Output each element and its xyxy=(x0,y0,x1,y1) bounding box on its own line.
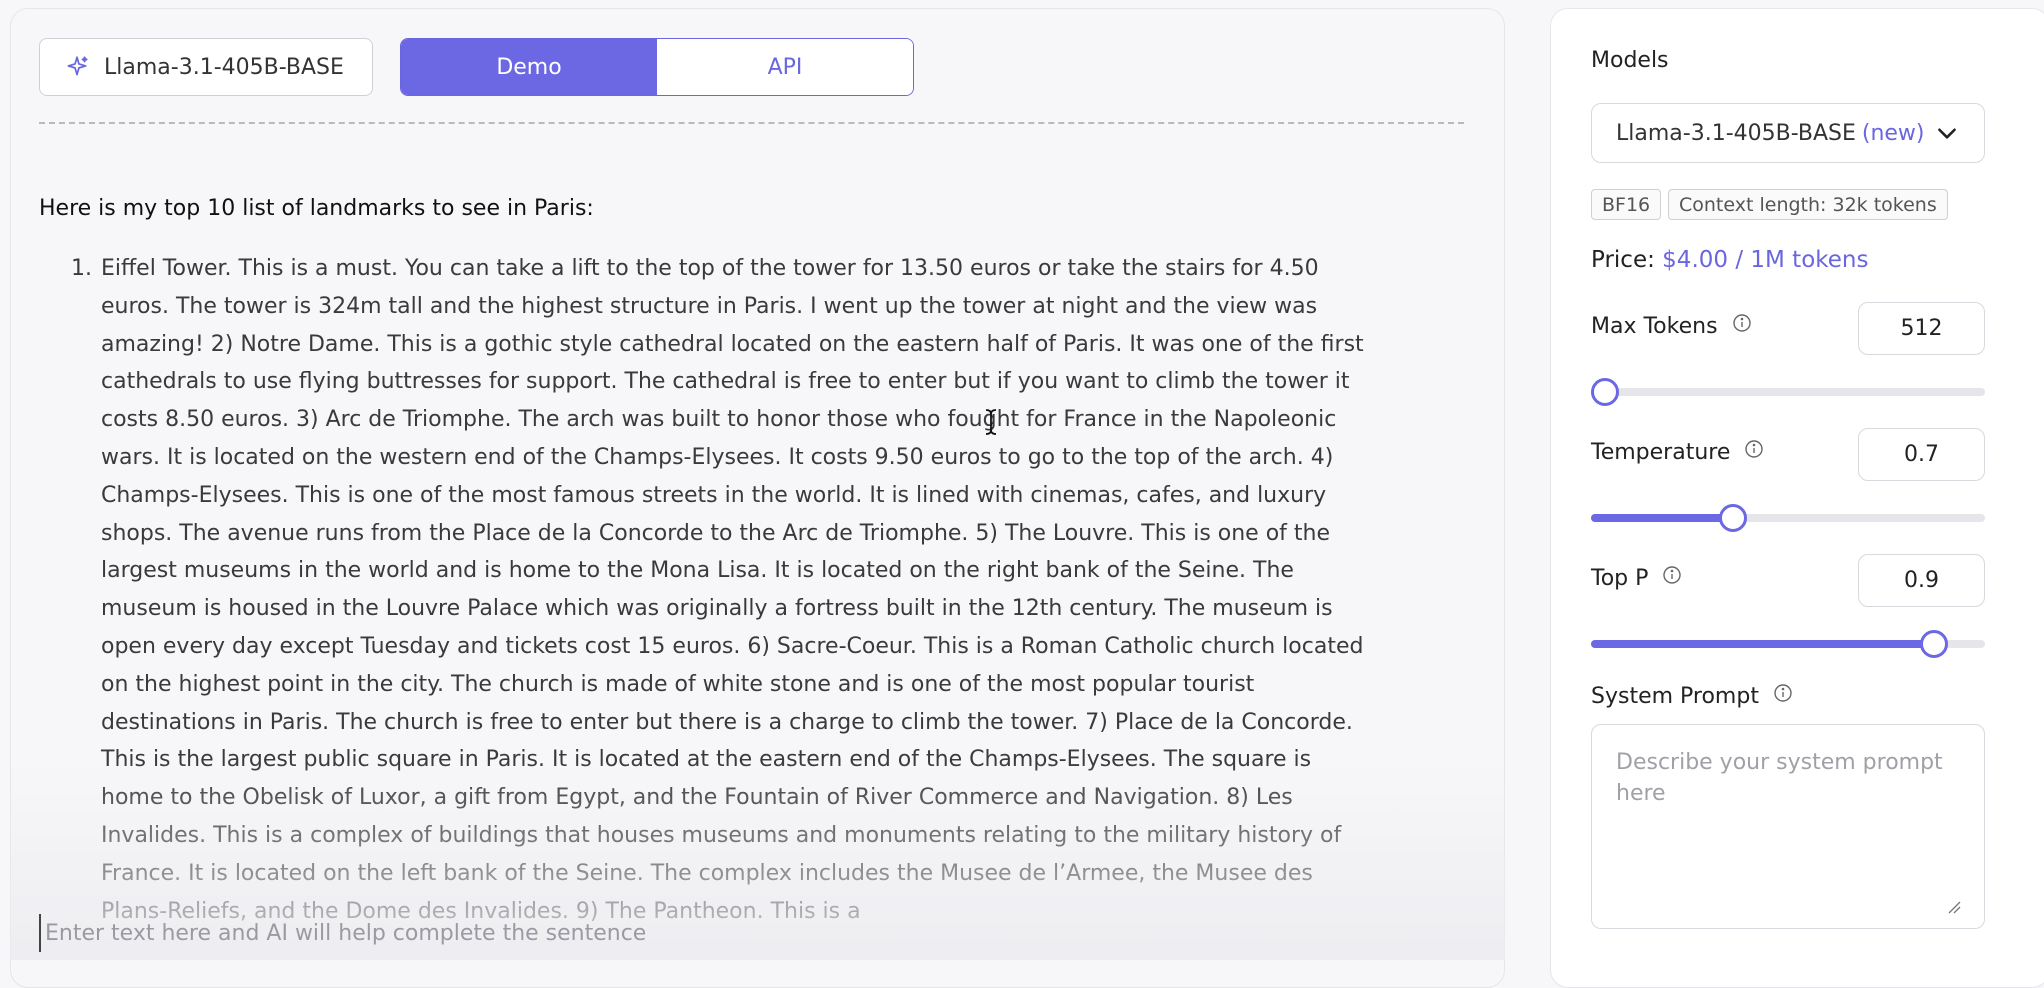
chevron-down-icon xyxy=(1934,120,1960,152)
model-chip[interactable]: Llama-3.1-405B-BASE xyxy=(39,38,373,96)
slider-fill xyxy=(1591,514,1734,522)
max-tokens-label: Max Tokens xyxy=(1591,313,1752,339)
price-value: $4.00 / 1M tokens xyxy=(1662,247,1869,273)
top-p-slider[interactable] xyxy=(1591,630,1985,658)
info-icon[interactable] xyxy=(1773,683,1793,709)
text-cursor-icon xyxy=(984,409,998,441)
model-chip-label: Llama-3.1-405B-BASE xyxy=(104,54,344,80)
prompt-input[interactable] xyxy=(39,914,1447,952)
info-icon[interactable] xyxy=(1662,565,1682,591)
tab-api[interactable]: API xyxy=(657,39,913,95)
model-select[interactable]: Llama-3.1-405B-BASE (new) xyxy=(1591,103,1985,163)
max-tokens-label-text: Max Tokens xyxy=(1591,313,1718,339)
temperature-label: Temperature xyxy=(1591,439,1764,465)
info-icon[interactable] xyxy=(1744,439,1764,465)
models-title: Models xyxy=(1591,48,1669,73)
list-item: Eiffel Tower. This is a must. You can ta… xyxy=(101,256,1364,924)
new-tag: (new) xyxy=(1861,120,1925,146)
sparkle-icon xyxy=(64,54,90,80)
system-prompt-label-text: System Prompt xyxy=(1591,683,1759,709)
slider-fill xyxy=(1591,640,1935,648)
slider-thumb[interactable] xyxy=(1719,504,1748,532)
top-p-value[interactable]: 0.9 xyxy=(1858,554,1985,607)
output-intro: Here is my top 10 list of landmarks to s… xyxy=(39,196,594,221)
top-p-label-text: Top P xyxy=(1591,565,1649,591)
system-prompt-label: System Prompt xyxy=(1591,683,1793,709)
price: Price: $4.00 / 1M tokens xyxy=(1591,247,1868,273)
resize-grip-icon[interactable] xyxy=(1945,898,1961,918)
system-prompt-input[interactable] xyxy=(1591,724,1985,929)
price-label: Price: xyxy=(1591,247,1655,273)
info-icon[interactable] xyxy=(1732,313,1752,339)
top-p-label: Top P xyxy=(1591,565,1682,591)
model-select-value: Llama-3.1-405B-BASE xyxy=(1616,120,1856,146)
slider-thumb[interactable] xyxy=(1591,378,1619,406)
context-length-badge: Context length: 32k tokens xyxy=(1668,189,1948,220)
divider xyxy=(39,122,1464,124)
max-tokens-slider[interactable] xyxy=(1591,378,1985,406)
mode-tabs: Demo API xyxy=(400,38,914,96)
list-item-number: 1. xyxy=(71,256,92,281)
temperature-slider[interactable] xyxy=(1591,504,1985,532)
max-tokens-value[interactable]: 512 xyxy=(1858,302,1985,355)
temperature-label-text: Temperature xyxy=(1591,439,1731,465)
precision-badge: BF16 xyxy=(1591,189,1662,220)
temperature-value[interactable]: 0.7 xyxy=(1858,428,1985,481)
output-list: 1. Eiffel Tower. This is a must. You can… xyxy=(71,250,1365,930)
tab-demo[interactable]: Demo xyxy=(401,39,657,95)
